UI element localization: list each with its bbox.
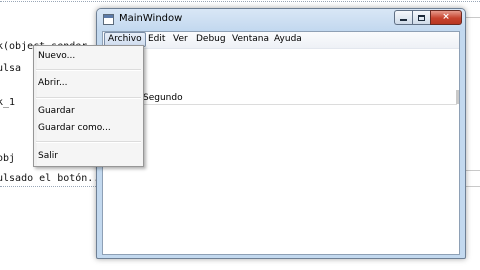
menu-item-abrir[interactable]: Abrir...	[38, 78, 68, 88]
menu-item-salir[interactable]: Salir	[38, 151, 58, 161]
menu-gutter	[34, 46, 37, 166]
menu-ver[interactable]: Ver	[170, 33, 191, 46]
menu-separator	[36, 69, 141, 71]
menu-bar: Archivo Edit Ver Debug Ventana Ayuda	[103, 32, 459, 49]
code-line: obj	[0, 153, 16, 164]
close-icon: ×	[442, 12, 450, 22]
title-bar[interactable]: MainWindow ×	[97, 9, 465, 31]
content-divider	[103, 104, 457, 105]
menu-ventana[interactable]: Ventana	[229, 33, 272, 46]
menu-item-guardar-como[interactable]: Guardar como...	[38, 123, 111, 133]
menu-item-nuevo[interactable]: Nuevo...	[38, 51, 75, 61]
menu-item-guardar[interactable]: Guardar	[38, 106, 75, 116]
maximize-button[interactable]	[412, 10, 430, 25]
code-line: k_1	[0, 97, 16, 108]
window-client-area: Archivo Edit Ver Debug Ventana Ayuda Seg…	[102, 31, 460, 255]
content-label: Segundo	[143, 93, 183, 103]
dotted-rule-top	[0, 1, 480, 2]
minimize-button[interactable]	[394, 10, 412, 25]
close-button[interactable]: ×	[430, 10, 462, 25]
menu-separator	[36, 141, 141, 143]
menu-separator	[36, 97, 141, 99]
window-app-icon[interactable]	[103, 14, 114, 25]
code-line: ulsado el botón..."	[0, 173, 112, 184]
caption-buttons: ×	[394, 10, 462, 25]
main-window: MainWindow × Archivo Edit Ver Debug Vent…	[96, 8, 466, 259]
menu-debug[interactable]: Debug	[193, 33, 229, 46]
maximize-icon	[418, 14, 425, 21]
minimize-icon	[400, 19, 407, 21]
archivo-dropdown-menu: Nuevo... Abrir... Guardar Guardar como..…	[33, 45, 144, 167]
menu-ayuda[interactable]: Ayuda	[271, 33, 305, 46]
content-scroll-edge	[456, 90, 459, 104]
menu-edit[interactable]: Edit	[145, 33, 168, 46]
window-title: MainWindow	[119, 13, 183, 24]
code-line: ulsa	[0, 63, 22, 74]
